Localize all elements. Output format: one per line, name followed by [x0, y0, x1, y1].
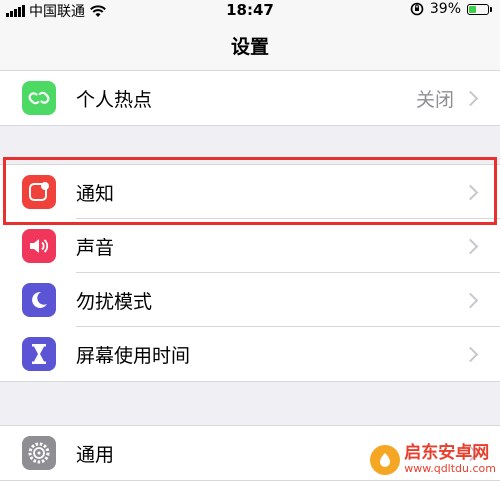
watermark-text: 启东安卓网 www.qdltdu.com: [404, 444, 496, 475]
navigation-bar: 设置: [0, 22, 500, 73]
orientation-lock-icon: [410, 2, 424, 16]
row-label: 声音: [76, 237, 115, 259]
page-title: 设置: [230, 36, 269, 58]
do-not-disturb-icon: [22, 283, 56, 317]
watermark-url: www.qdltdu.com: [404, 461, 496, 475]
settings-group-network: 个人热点 关闭: [0, 70, 500, 126]
watermark-title: 启东安卓网: [404, 443, 490, 464]
battery-icon: [467, 3, 489, 15]
battery-tip: [490, 6, 492, 12]
row-label: 屏幕使用时间: [76, 345, 191, 367]
settings-row-personal-hotspot[interactable]: 个人热点 关闭: [0, 71, 500, 125]
row-label: 勿扰模式: [76, 291, 153, 313]
highlight-annotation-box: [3, 157, 497, 225]
settings-row-screen-time[interactable]: 屏幕使用时间: [0, 327, 500, 381]
row-label: 个人热点: [76, 89, 153, 111]
settings-row-sounds[interactable]: 声音: [0, 219, 500, 273]
battery-percent: 39%: [429, 1, 461, 17]
hotspot-icon: [22, 81, 56, 115]
chevron-right-icon: [462, 292, 479, 309]
chevron-right-icon: [462, 238, 479, 255]
row-detail-value: 关闭: [415, 89, 454, 111]
general-gear-icon: [22, 436, 56, 470]
watermark: 启东安卓网 www.qdltdu.com: [370, 444, 496, 475]
watermark-logo-icon: [370, 444, 401, 475]
chevron-right-icon: [462, 90, 479, 107]
row-label: 通用: [76, 444, 115, 466]
chevron-right-icon: [462, 346, 479, 363]
status-bar: 中国联通 18:47 39%: [0, 0, 500, 22]
screen-time-icon: [22, 337, 56, 371]
settings-row-do-not-disturb[interactable]: 勿扰模式: [0, 273, 500, 327]
status-right: 39%: [410, 1, 492, 17]
sounds-icon: [22, 229, 56, 263]
